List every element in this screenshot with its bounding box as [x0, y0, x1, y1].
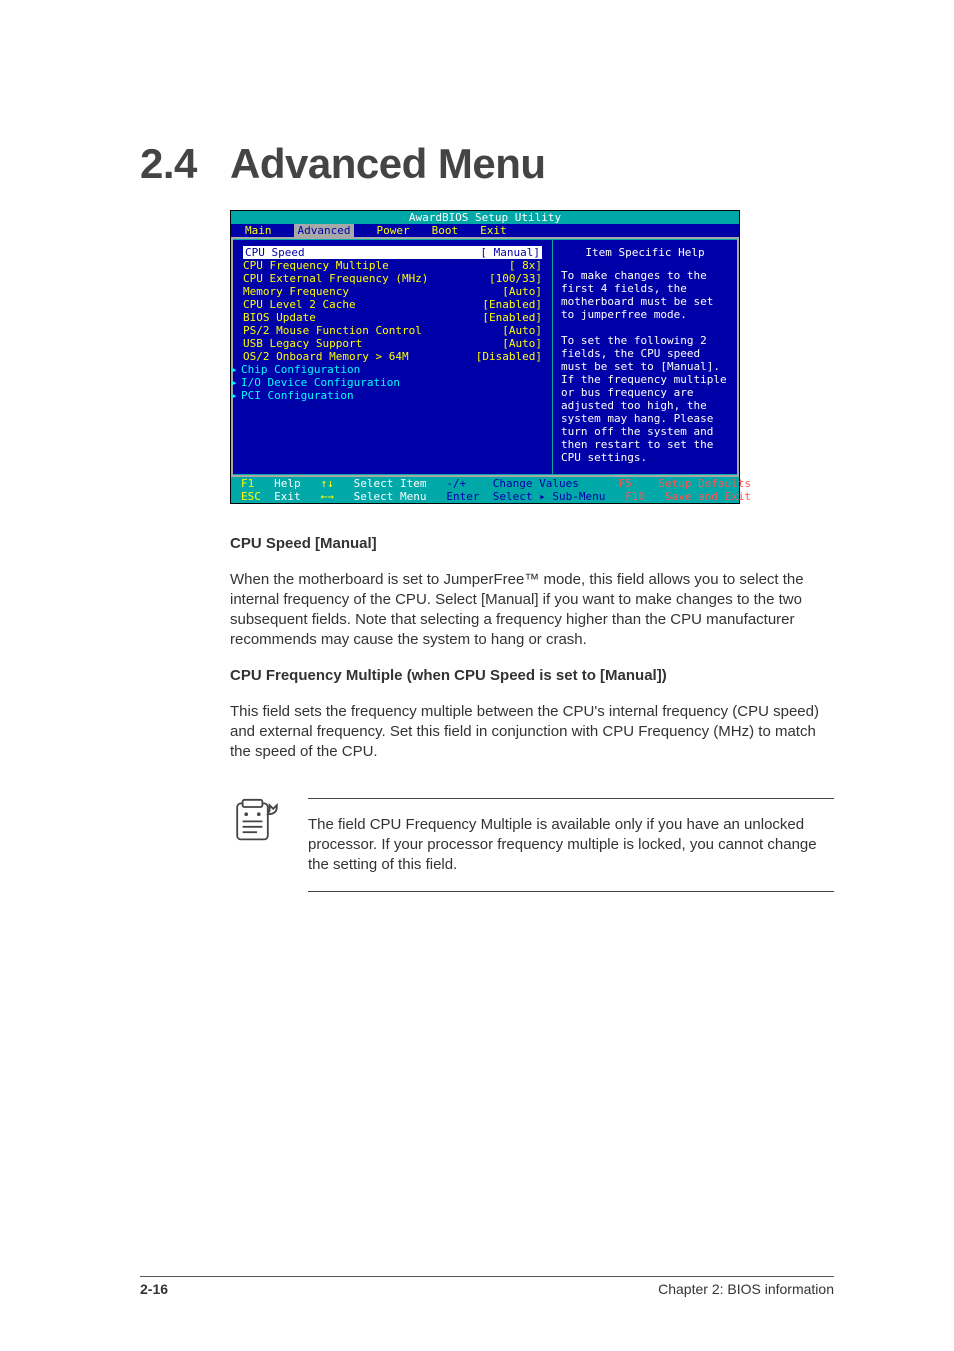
- setting-label: BIOS Update: [243, 311, 482, 324]
- section-number: 2.4: [140, 140, 230, 188]
- section-title: 2.4Advanced Menu: [140, 140, 834, 188]
- setting-label: Memory Frequency: [243, 285, 502, 298]
- setting-label: CPU External Frequency (MHz): [243, 272, 489, 285]
- help-title: Item Specific Help: [561, 246, 729, 259]
- key-arrows-lr: ←→: [321, 490, 334, 503]
- para1-title: CPU Speed [Manual]: [230, 535, 377, 552]
- note-icon: [230, 798, 284, 852]
- submenu-marker-icon: ▸: [231, 376, 241, 389]
- note-text: The field CPU Frequency Multiple is avai…: [308, 798, 834, 892]
- bios-help-panel: Item Specific Help To make changes to th…: [553, 239, 737, 475]
- key-f5: F5: [619, 477, 632, 490]
- submenu-marker-icon: ▸: [231, 363, 241, 376]
- setting-row[interactable]: CPU Speed[ Manual]: [243, 246, 542, 259]
- submenu-label: Chip Configuration: [241, 363, 360, 376]
- setting-value: [Auto]: [502, 285, 542, 298]
- setting-row[interactable]: CPU Frequency Multiple[ 8x]: [243, 259, 542, 272]
- key-exit: Exit: [274, 490, 301, 503]
- key-arrows-ud: ↑↓: [321, 477, 334, 490]
- setting-value: [ 8x]: [509, 259, 542, 272]
- para2-body: This field sets the frequency multiple b…: [230, 702, 834, 762]
- key-plusminus: -/+: [446, 477, 466, 490]
- key-select-item: Select Item: [354, 477, 427, 490]
- setting-value: [Auto]: [502, 337, 542, 350]
- key-select-menu: Select Menu: [354, 490, 427, 503]
- key-f1: F1: [241, 477, 254, 490]
- tab-advanced[interactable]: Advanced: [294, 224, 355, 237]
- setting-label: CPU Speed: [243, 246, 478, 259]
- setting-label: CPU Level 2 Cache: [243, 298, 482, 311]
- page-number: 2-16: [140, 1281, 168, 1297]
- setting-row[interactable]: CPU Level 2 Cache[Enabled]: [243, 298, 542, 311]
- setting-label: PS/2 Mouse Function Control: [243, 324, 502, 337]
- setting-row[interactable]: BIOS Update[Enabled]: [243, 311, 542, 324]
- submenu-label: PCI Configuration: [241, 389, 354, 402]
- submenu-label: I/O Device Configuration: [241, 376, 400, 389]
- tab-boot[interactable]: Boot: [432, 224, 459, 237]
- setting-label: OS/2 Onboard Memory > 64M: [243, 350, 476, 363]
- setting-value: [Auto]: [502, 324, 542, 337]
- key-help: Help: [274, 477, 301, 490]
- setting-value: [Disabled]: [476, 350, 542, 363]
- key-save-exit: Save and Exit: [665, 490, 751, 503]
- submenu-item[interactable]: ▸PCI Configuration: [243, 389, 542, 402]
- key-esc: ESC: [241, 490, 261, 503]
- setting-value: [Enabled]: [482, 298, 542, 311]
- key-enter: Enter: [446, 490, 479, 503]
- key-f10: F10: [625, 490, 645, 503]
- bios-footer: F1 Help ↑↓ Select Item -/+ Change Values…: [231, 477, 739, 503]
- tab-exit[interactable]: Exit: [480, 224, 507, 237]
- setting-label: CPU Frequency Multiple: [243, 259, 509, 272]
- key-select-sub: Select ▸ Sub-Menu: [493, 490, 606, 503]
- bios-screenshot: AwardBIOS Setup Utility Main Advanced Po…: [230, 210, 740, 504]
- setting-row[interactable]: PS/2 Mouse Function Control[Auto]: [243, 324, 542, 337]
- bios-header: AwardBIOS Setup Utility: [231, 211, 739, 224]
- para1-body: When the motherboard is set to JumperFre…: [230, 570, 834, 650]
- key-change-values: Change Values: [493, 477, 579, 490]
- setting-value: [Enabled]: [482, 311, 542, 324]
- tab-power[interactable]: Power: [376, 224, 409, 237]
- submenu-marker-icon: ▸: [231, 389, 241, 402]
- setting-label: USB Legacy Support: [243, 337, 502, 350]
- setting-row[interactable]: OS/2 Onboard Memory > 64M[Disabled]: [243, 350, 542, 363]
- body-text: CPU Speed [Manual] When the motherboard …: [230, 534, 834, 892]
- tab-main[interactable]: Main: [245, 224, 272, 237]
- bios-tabs: Main Advanced Power Boot Exit: [231, 224, 739, 237]
- page-footer: 2-16 Chapter 2: BIOS information: [140, 1276, 834, 1297]
- para2-title: CPU Frequency Multiple (when CPU Speed i…: [230, 667, 667, 684]
- setting-value: [ Manual]: [478, 246, 542, 259]
- submenu-item[interactable]: ▸I/O Device Configuration: [243, 376, 542, 389]
- bios-settings-panel: CPU Speed[ Manual] CPU Frequency Multipl…: [233, 239, 553, 475]
- help-body: To make changes to the first 4 fields, t…: [561, 269, 729, 464]
- section-heading: Advanced Menu: [230, 140, 546, 187]
- chapter-label: Chapter 2: BIOS information: [658, 1281, 834, 1297]
- setting-row[interactable]: USB Legacy Support[Auto]: [243, 337, 542, 350]
- submenu-item[interactable]: ▸Chip Configuration: [243, 363, 542, 376]
- setting-value: [100/33]: [489, 272, 542, 285]
- note-block: The field CPU Frequency Multiple is avai…: [230, 798, 834, 892]
- key-setup-defaults: Setup Defaults: [658, 477, 751, 490]
- setting-row[interactable]: Memory Frequency[Auto]: [243, 285, 542, 298]
- setting-row[interactable]: CPU External Frequency (MHz)[100/33]: [243, 272, 542, 285]
